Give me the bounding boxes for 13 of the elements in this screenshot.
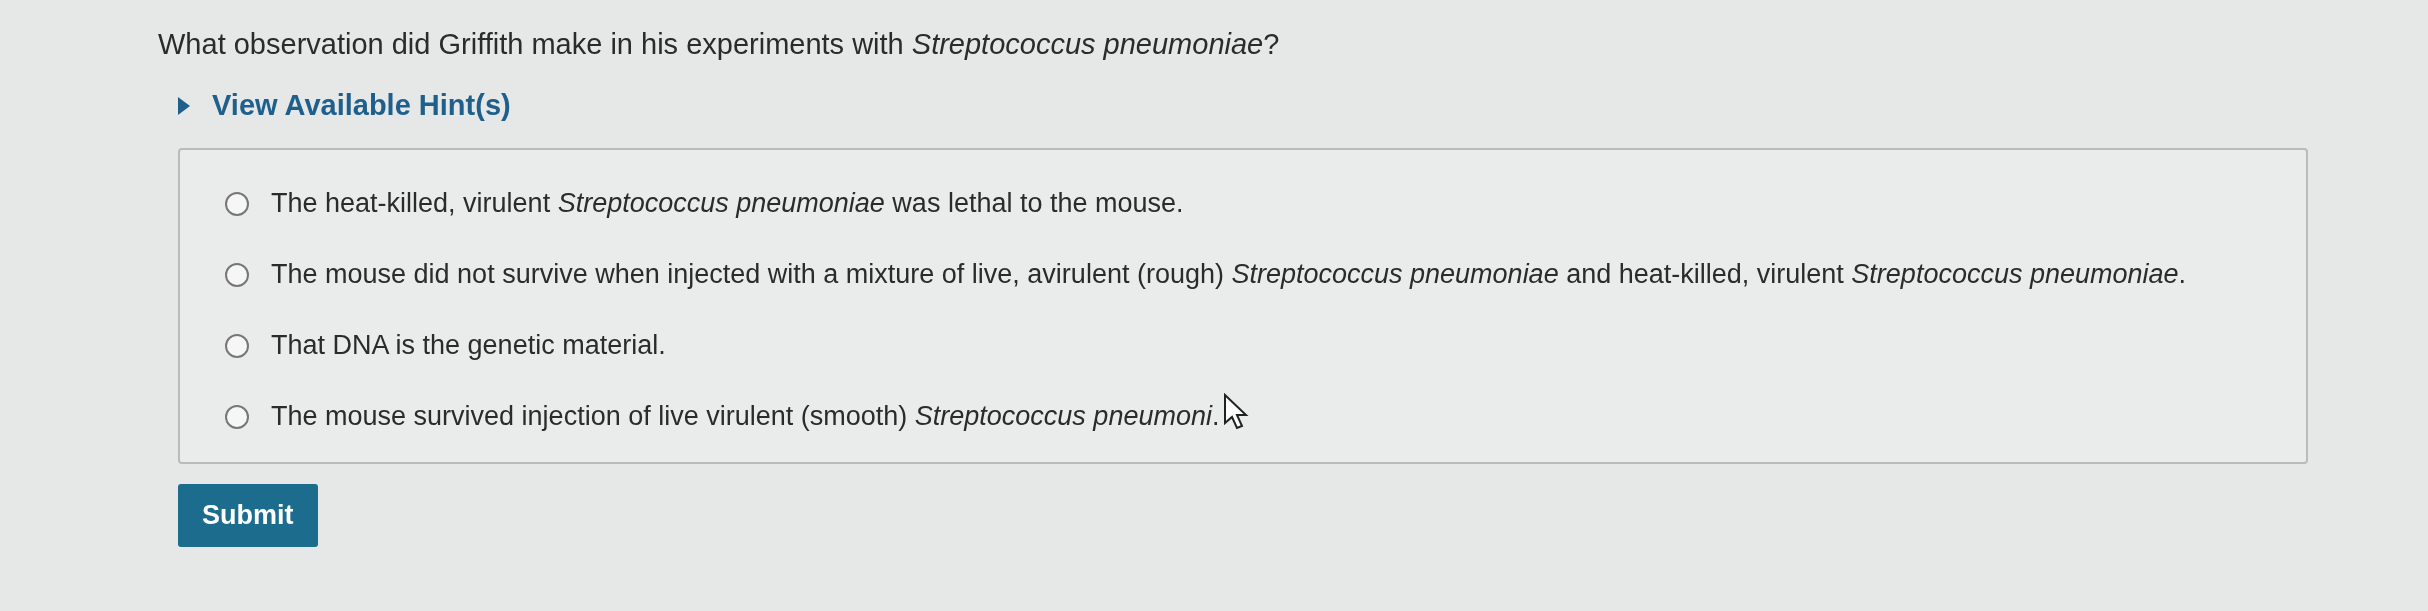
radio-button[interactable] [225, 333, 249, 358]
option-text: The heat-killed, virulent Streptococcus pneumoniae was lethal to the mouse. [271, 188, 1184, 219]
radio-button[interactable] [225, 191, 249, 216]
radio-button[interactable] [225, 404, 249, 429]
option-text: The mouse did not survive when injected with a mixture of live, avirulent (rough) Streptococcus pneumoniae and heat-killed, virulent Streptococcus pneumoniae. [271, 259, 2187, 290]
hint-toggle[interactable]: View Available Hint(s) [178, 89, 511, 122]
option-text: The mouse survived injection of live virulent (smooth) Streptococcus pneumoni. [271, 401, 1220, 432]
cursor-icon [1223, 393, 1250, 431]
question-text: What observation did Griffith make in his experiments with Streptococcus pneumoniae? [158, 28, 1281, 61]
option-text: That DNA is the genetic material. [271, 330, 666, 361]
caret-icon [178, 96, 190, 115]
radio-button[interactable] [225, 262, 249, 287]
submit-button[interactable]: Submit [178, 484, 318, 547]
